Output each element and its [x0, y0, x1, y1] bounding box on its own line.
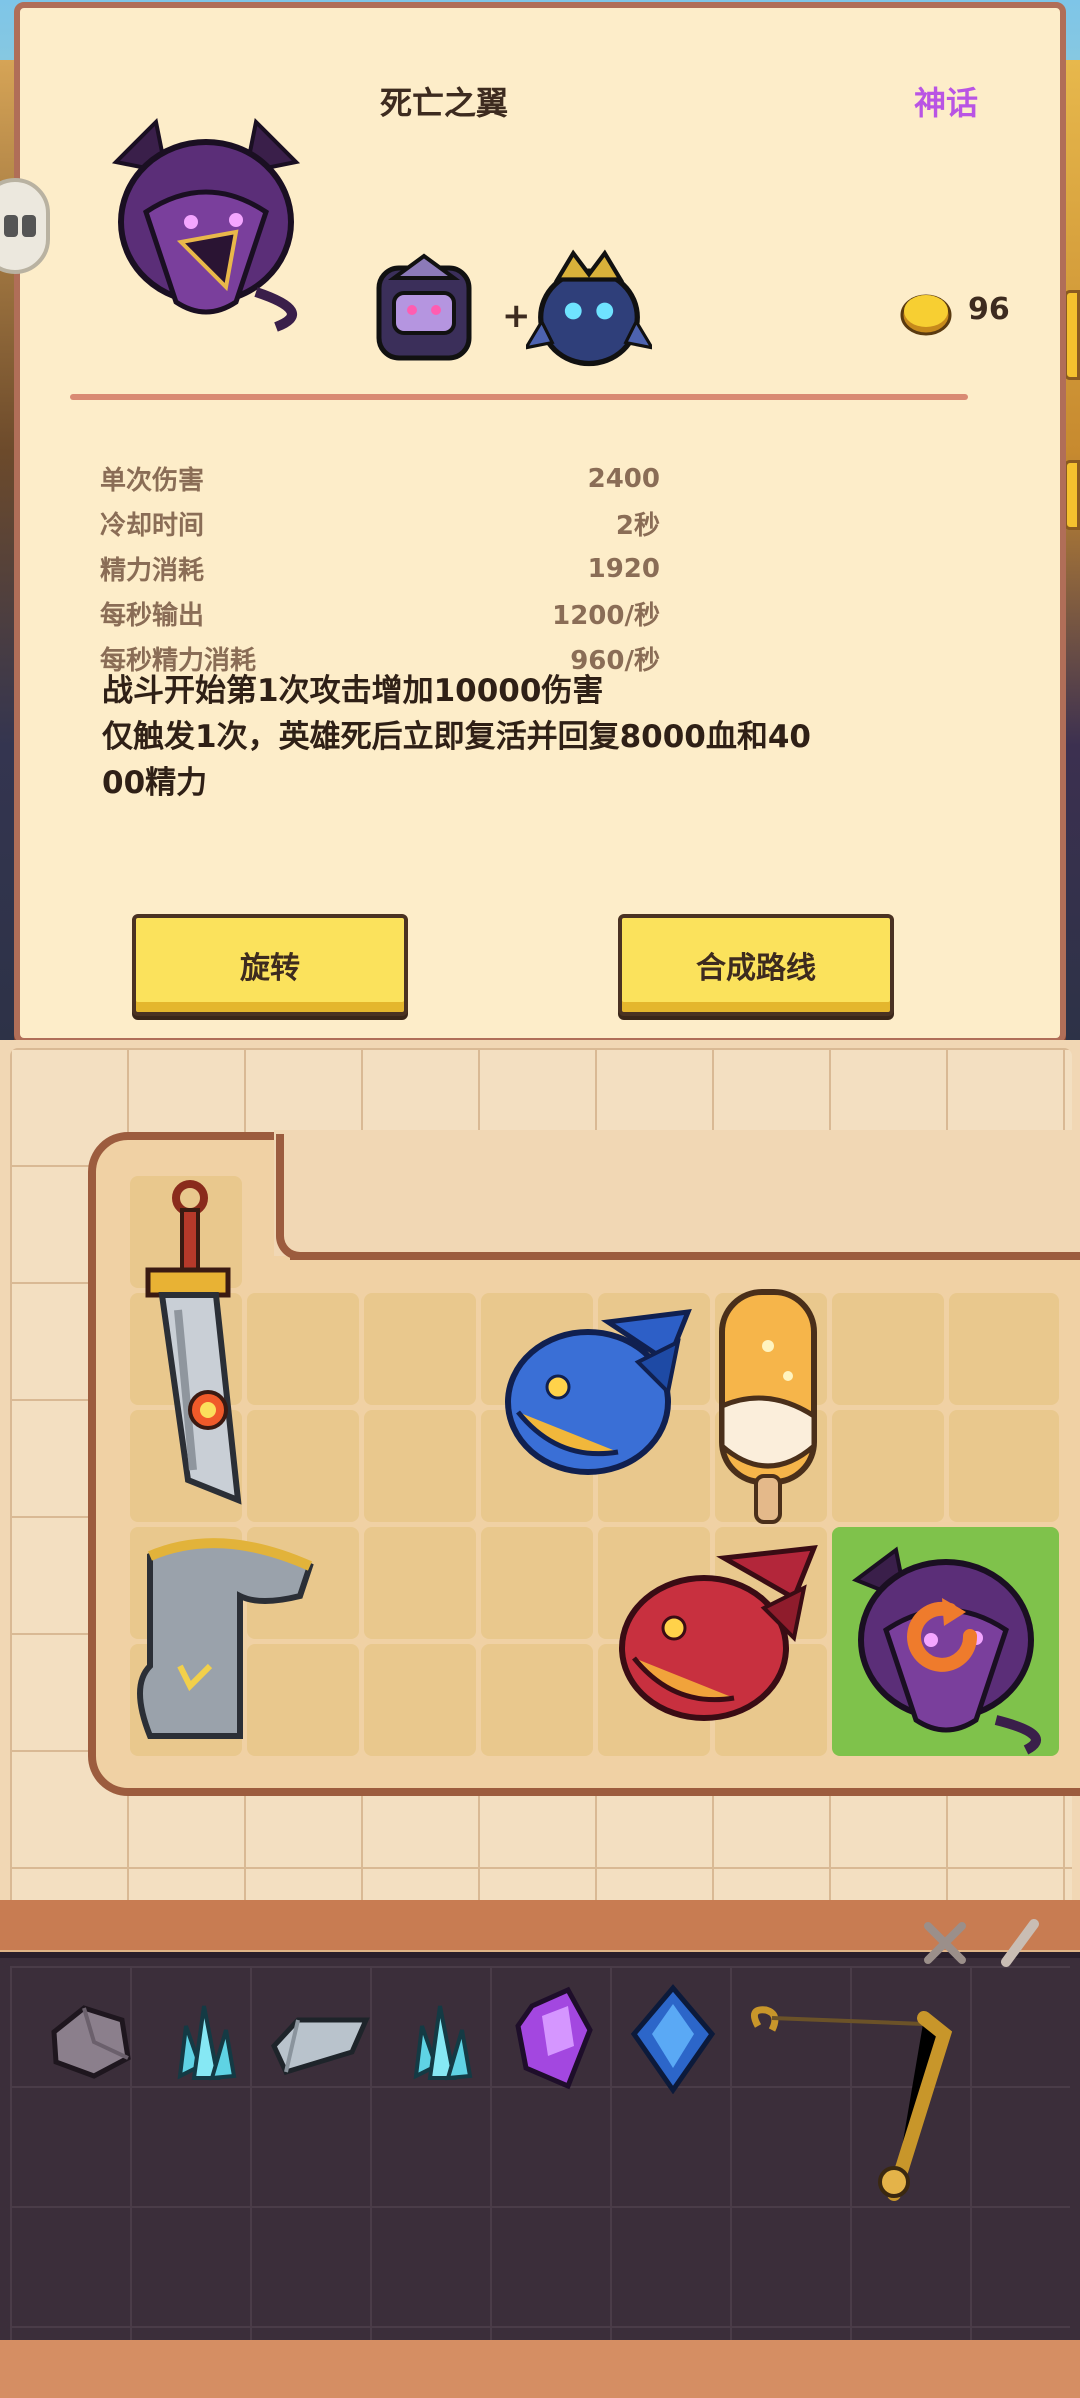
- brush-icon: [1001, 1919, 1039, 1967]
- crystal-cluster-icon[interactable]: [160, 1996, 246, 2088]
- boot-icon[interactable]: [130, 1536, 320, 1746]
- pause-icon: [4, 215, 18, 237]
- red-dragon-icon[interactable]: [614, 1538, 824, 1728]
- stat-row: 单次伤害 2400: [100, 456, 660, 501]
- bag-cell[interactable]: [832, 1410, 944, 1522]
- crystal-cluster-icon[interactable]: [396, 1996, 482, 2088]
- item-name: 死亡之翼: [380, 84, 509, 122]
- stat-value: 2秒: [615, 511, 660, 541]
- iron-ingot-icon[interactable]: [268, 2006, 372, 2082]
- gold-coin-icon: [900, 294, 952, 336]
- stone-icon[interactable]: [44, 2002, 134, 2082]
- stat-label: 冷却时间: [100, 511, 205, 541]
- rarity-label: 神话: [914, 84, 979, 122]
- bag-cell[interactable]: [364, 1293, 476, 1405]
- crossed-tools-icon: [924, 1922, 966, 1964]
- pause-button[interactable]: [0, 178, 50, 274]
- backpack-top-border: [290, 1252, 1080, 1260]
- synthesis-route-button[interactable]: 合成路线: [618, 914, 894, 1016]
- popsicle-icon[interactable]: [708, 1286, 828, 1526]
- description-line: 00精力: [102, 765, 208, 801]
- recipe-ingredient-icon: [376, 253, 472, 361]
- side-tab[interactable]: [1064, 460, 1080, 530]
- stat-value: 1200/秒: [552, 601, 660, 631]
- board-edge: [0, 1900, 1080, 1950]
- bag-cell[interactable]: [247, 1293, 359, 1405]
- stats-list: 单次伤害 2400 冷却时间 2秒 精力消耗 1920 每秒输出 1200/秒 …: [100, 456, 660, 681]
- bag-cell[interactable]: [949, 1293, 1059, 1405]
- backpack-notch-border: [276, 1134, 300, 1260]
- description-line: 仅触发1次，英雄死后立即复活并回复8000血和40: [102, 719, 811, 755]
- inventory-footer: [0, 2340, 1080, 2398]
- bag-cell[interactable]: [364, 1410, 476, 1522]
- bag-cell[interactable]: [949, 1410, 1059, 1522]
- rotate-icon[interactable]: [900, 1596, 986, 1682]
- bag-cell[interactable]: [364, 1644, 476, 1756]
- divider: [70, 394, 968, 400]
- price-value: 96: [968, 292, 1010, 327]
- stat-label: 精力消耗: [100, 556, 205, 586]
- bag-cell[interactable]: [481, 1527, 593, 1639]
- stat-row: 冷却时间 2秒: [100, 501, 660, 546]
- blue-gem-icon[interactable]: [628, 1984, 718, 2094]
- side-tab[interactable]: [1064, 290, 1080, 380]
- purple-gem-icon[interactable]: [512, 1986, 596, 2092]
- bag-cell[interactable]: [832, 1293, 944, 1405]
- recipe-ingredient-icon: [526, 249, 652, 367]
- stat-label: 每秒输出: [100, 601, 205, 631]
- sword-icon[interactable]: [128, 1180, 248, 1520]
- bag-cell[interactable]: [481, 1644, 593, 1756]
- rotate-button[interactable]: 旋转: [132, 914, 408, 1016]
- stat-value: 1920: [587, 553, 660, 584]
- item-description: 战斗开始第1次攻击增加10000伤害 仅触发1次，英雄死后立即复活并回复8000…: [102, 668, 922, 806]
- description-line: 战斗开始第1次攻击增加10000伤害: [102, 673, 604, 709]
- pause-icon: [22, 215, 36, 237]
- stat-row: 精力消耗 1920: [100, 546, 660, 591]
- bag-cell[interactable]: [247, 1410, 359, 1522]
- deathwing-icon: [111, 117, 301, 332]
- blue-dragon-icon[interactable]: [498, 1302, 698, 1492]
- stat-value: 2400: [587, 463, 660, 494]
- stat-row: 每秒输出 1200/秒: [100, 591, 660, 636]
- fishing-rod-icon[interactable]: [744, 2004, 964, 2204]
- backpack-notch: [274, 1130, 1080, 1256]
- bag-cell[interactable]: [364, 1527, 476, 1639]
- stat-label: 单次伤害: [100, 466, 205, 496]
